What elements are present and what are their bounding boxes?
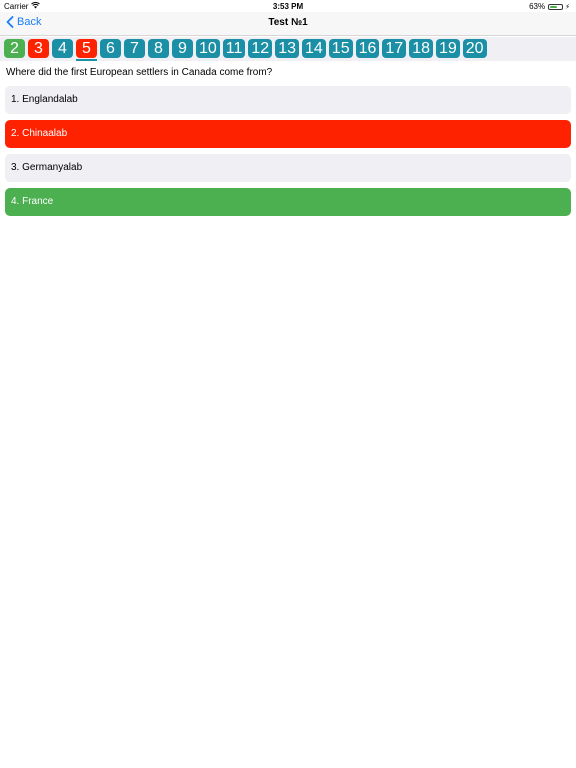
tab-question-12[interactable]: 14 [302,39,326,58]
tab-question-0[interactable]: 2 [4,39,25,58]
answer-option-4[interactable]: 4. France [5,188,571,216]
tab-question-1[interactable]: 3 [28,39,49,58]
tab-question-16[interactable]: 18 [409,39,433,58]
status-time: 3:53 PM [272,2,304,11]
question-text: Where did the first European settlers in… [6,67,273,78]
status-bar: Carrier 3:53 PM 63% ⚡ [0,0,576,12]
nav-bar: Back Test №1 [0,12,576,36]
tab-question-15[interactable]: 17 [382,39,407,58]
answer-option-2[interactable]: 2. Chinaalab [5,120,571,148]
answer-list: 1. Englandalab 2. Chinaalab 3. Germanyalab… [5,86,571,222]
status-right: 63% ⚡ [529,2,570,11]
tab-question-14[interactable]: 16 [355,39,380,58]
tab-question-18[interactable]: 20 [462,39,487,58]
question-tabs-bar[interactable]: 2 3 4 5 6 7 8 9 10 11 12 13 14 15 16 17 18 19 20 [0,37,576,61]
battery-fill [550,5,558,8]
tab-question-8[interactable]: 10 [196,39,220,58]
screen: Carrier 3:53 PM 63% ⚡ Back Test №1 2 3 4… [0,0,576,768]
tab-question-11[interactable]: 13 [275,39,299,58]
page-title: Test №1 [268,17,308,28]
battery-icon [548,3,564,10]
tab-question-10[interactable]: 12 [248,39,273,58]
bolt-icon: ⚡ [565,3,570,11]
answer-option-1[interactable]: 1. Englandalab [5,86,571,114]
tab-question-3[interactable]: 5 [76,39,97,61]
battery-percent: 63% [529,2,546,11]
tab-question-17[interactable]: 19 [435,39,460,58]
tab-question-13[interactable]: 15 [328,39,353,58]
tab-question-9[interactable]: 11 [222,39,246,58]
answer-option-3[interactable]: 3. Germanyalab [5,154,571,182]
question-tabs: 2 3 4 5 6 7 8 9 10 11 12 13 14 15 16 17 18 19 20 [4,39,490,61]
tab-question-2[interactable]: 4 [52,39,73,58]
tab-question-4[interactable]: 6 [100,39,121,58]
tab-question-7[interactable]: 9 [172,39,193,58]
tab-question-6[interactable]: 8 [148,39,169,58]
tab-question-5[interactable]: 7 [124,39,145,58]
